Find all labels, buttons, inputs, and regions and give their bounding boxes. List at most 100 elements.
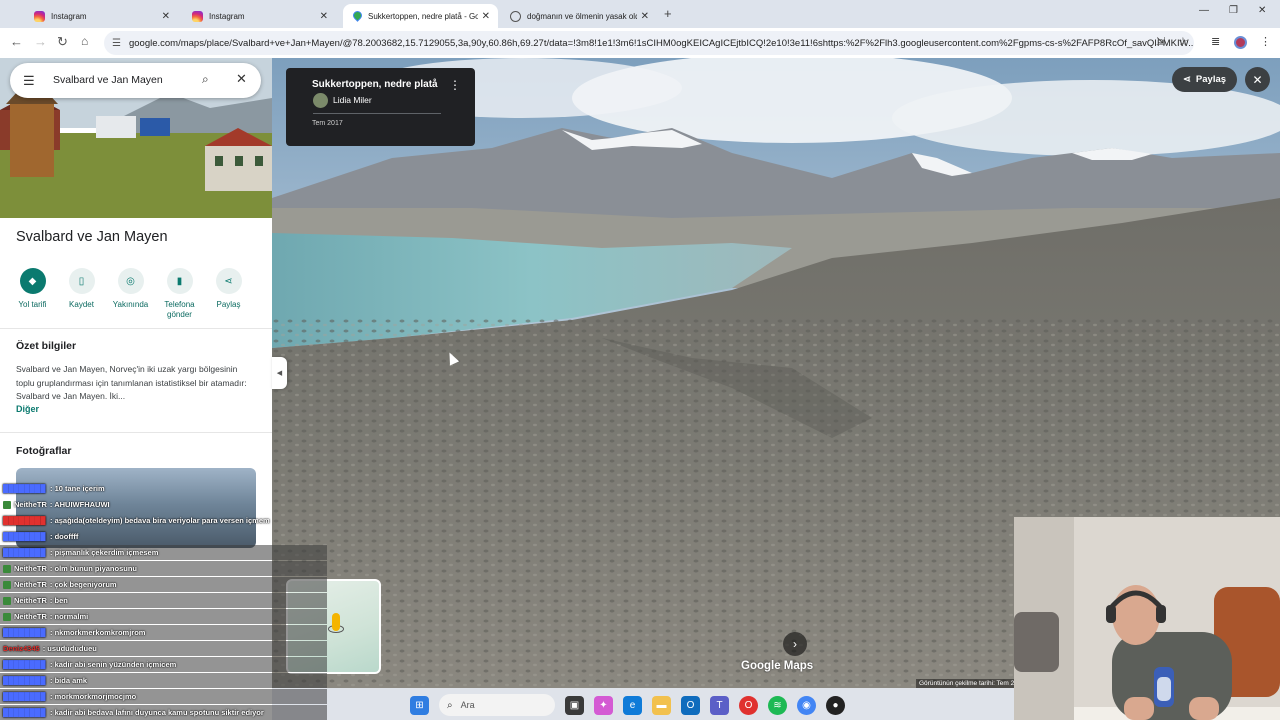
browser-menu-icon[interactable]: ⋮ [1260, 35, 1271, 48]
home-icon[interactable]: ⌂ [81, 34, 88, 48]
obs-icon[interactable]: ● [826, 695, 845, 715]
file-explorer-icon[interactable]: ▬ [652, 695, 671, 715]
directions-button[interactable]: ◆ Yol tarifi [8, 268, 57, 320]
save-button[interactable]: ▯ Kaydet [57, 268, 106, 320]
tab-title: Instagram [209, 11, 245, 21]
edge-icon[interactable]: e [623, 695, 642, 715]
reload-icon[interactable]: ↻ [57, 34, 68, 50]
action-label: Yol tarifi [18, 300, 47, 309]
chat-message: ████████: morkmorkmorjmocjmo [0, 689, 327, 704]
spotify-icon[interactable]: ≋ [768, 695, 787, 715]
send-to-phone-icon: ▮ [166, 268, 193, 294]
bookmark-icon: ▯ [68, 268, 95, 294]
restore-icon[interactable]: ❐ [1229, 5, 1238, 16]
maps-search-box[interactable]: ☰ Svalbard ve Jan Mayen ⌕ ✕ [10, 63, 261, 98]
site-info-icon[interactable]: ☰ [112, 38, 121, 49]
chat-message: ████████: aşağıda(oteldeyim) bedava bira… [3, 516, 270, 525]
photos-heading: Fotoğraflar [16, 445, 72, 457]
new-tab-button[interactable]: + [664, 6, 672, 21]
pegman-icon[interactable] [332, 613, 340, 631]
chat-message: ████████: kadir abi senin yüzünden içmic… [0, 657, 327, 672]
action-label: Paylaş [216, 300, 241, 309]
taskbar-search-placeholder: Ara [460, 700, 475, 710]
forward-arrow-icon[interactable]: → [34, 34, 47, 49]
tab-google-maps[interactable]: Sukkertoppen, nedre platå - Go ✕ [343, 4, 498, 28]
window-close-icon[interactable]: ✕ [1258, 5, 1266, 16]
close-tab-icon[interactable]: ✕ [320, 11, 328, 22]
sub-badge-icon [3, 612, 11, 621]
more-options-icon[interactable]: ⋮ [449, 78, 461, 92]
hamburger-menu-icon[interactable]: ☰ [23, 73, 35, 89]
address-bar[interactable]: ☰ google.com/maps/place/Svalbard+ve+Jan+… [104, 31, 1194, 55]
panorama-date: Tem 2017 [312, 120, 343, 127]
place-actions: ◆ Yol tarifi ▯ Kaydet ◎ Yakınında ▮ Tele… [8, 268, 264, 320]
summary-text: Svalbard ve Jan Mayen, Norveç'in iki uza… [16, 364, 247, 401]
capture-date: Görüntünün çekilme tarihi: Tem 2 [916, 679, 1014, 688]
url-text: google.com/maps/place/Svalbard+ve+Jan+Ma… [128, 37, 1194, 49]
chat-message: ████████: dooffff [3, 532, 79, 541]
taskbar-search[interactable]: ⌕ Ara [439, 694, 555, 716]
instagram-icon [192, 10, 203, 22]
search-input[interactable]: Svalbard ve Jan Mayen [53, 74, 163, 86]
next-panorama-arrow-icon[interactable]: › [783, 632, 807, 656]
profile-avatar[interactable] [1234, 36, 1247, 49]
sub-badge-icon [3, 500, 11, 509]
tab-strip: Instagram ✕ Instagram ✕ Sukkertoppen, ne… [0, 0, 1280, 28]
sub-badge-icon [3, 564, 11, 573]
reading-list-icon[interactable]: ≣ [1211, 35, 1220, 48]
directions-icon: ◆ [19, 268, 46, 294]
street-view-info-card: Sukkertoppen, nedre platå ⋮ Lidia Miler … [286, 68, 475, 146]
tab-instagram-2[interactable]: Instagram ✕ [184, 4, 336, 28]
panorama-title: Sukkertoppen, nedre platå [312, 79, 438, 90]
tab-instagram-1[interactable]: Instagram ✕ [26, 4, 178, 28]
nearby-icon: ◎ [117, 268, 144, 294]
windows-taskbar: ⊞ ⌕ Ara ▣ ✦ e ▬ O T O ≋ ◉ ● [410, 690, 1014, 720]
more-link[interactable]: Diğer [16, 404, 39, 414]
nearby-button[interactable]: ◎ Yakınında [106, 268, 155, 320]
tab-title: doğmanın ve ölmenin yasak old [527, 11, 637, 21]
search-icon[interactable]: ⌕ [202, 72, 209, 87]
clear-search-icon[interactable]: ✕ [236, 71, 247, 87]
instagram-icon [34, 10, 45, 22]
opera-icon[interactable]: O [739, 695, 758, 715]
action-label: Yakınında [112, 300, 149, 309]
teams-icon[interactable]: T [710, 695, 729, 715]
chat-message: ████████: nkmorkmerkomkromjrom [0, 625, 327, 640]
back-arrow-icon[interactable]: ← [10, 34, 23, 49]
windows-start-icon[interactable]: ⊞ [410, 695, 429, 715]
browser-toolbar: ← → ↻ ⌂ ☰ google.com/maps/place/Svalbard… [0, 28, 1280, 58]
divider [0, 432, 272, 433]
action-label: Kaydet [69, 300, 94, 309]
install-app-icon[interactable]: ⇲ [1156, 35, 1165, 48]
chat-message: NeitheTR: AHUIWFHAUWI [0, 497, 110, 512]
close-tab-icon[interactable]: ✕ [162, 11, 170, 22]
outlook-icon[interactable]: O [681, 695, 700, 715]
share-icon: ⋖ [1182, 74, 1191, 85]
minimize-icon[interactable]: — [1199, 5, 1209, 16]
copilot-icon[interactable]: ✦ [594, 695, 613, 715]
summary-heading: Özet bilgiler [16, 340, 77, 352]
share-button[interactable]: ⋖ Paylaş [204, 268, 253, 320]
chat-message: ████████: bida amk [0, 673, 327, 688]
chrome-icon[interactable]: ◉ [797, 695, 816, 715]
street-view-share-button[interactable]: ⋖ Paylaş [1172, 67, 1237, 92]
author-avatar[interactable] [313, 93, 328, 108]
search-icon: ⌕ [447, 699, 453, 711]
task-view-icon[interactable]: ▣ [565, 695, 584, 715]
chat-message: NeitheTR: ben [0, 593, 327, 608]
google-maps-logo: Google Maps [741, 660, 814, 672]
place-title: Svalbard ve Jan Mayen [16, 229, 168, 245]
google-maps-icon [351, 11, 362, 22]
author-name[interactable]: Lidia Miler [333, 95, 372, 105]
screen: Instagram ✕ Instagram ✕ Sukkertoppen, ne… [0, 0, 1280, 720]
globe-icon [510, 10, 521, 22]
bookmark-star-icon[interactable]: ☆ [1178, 35, 1188, 48]
collapse-panel-button[interactable]: ◀ [272, 357, 287, 389]
send-to-phone-button[interactable]: ▮ Telefona gönder [155, 268, 204, 320]
tab-article[interactable]: doğmanın ve ölmenin yasak old ✕ [502, 4, 657, 28]
close-street-view-icon[interactable]: ✕ [1245, 67, 1270, 92]
close-tab-icon[interactable]: ✕ [482, 11, 490, 22]
chat-message: Deniz4345: usudududueu [0, 641, 327, 656]
tab-title: Sukkertoppen, nedre platå - Go [368, 11, 478, 21]
close-tab-icon[interactable]: ✕ [641, 11, 649, 22]
